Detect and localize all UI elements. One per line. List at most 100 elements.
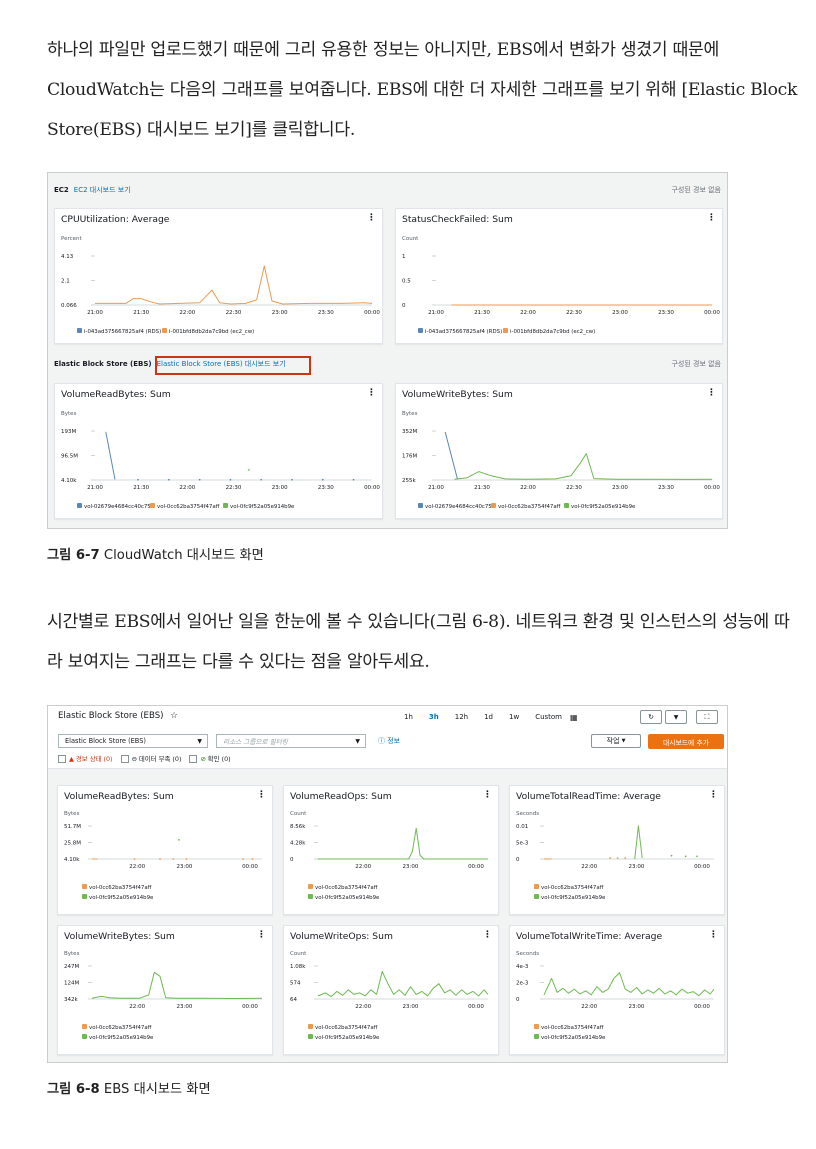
legend-swatch [534,1024,539,1029]
refresh-options-button[interactable]: ▼ [665,710,687,724]
legend-label: vol-02679e4684cc40c75 [84,504,151,510]
y-tick-label: 176M [402,454,417,460]
chart-card-volume-write-bytes: VolumeWriteBytes: Sum ⋮ Bytes 352M 176M 255k 2… [395,383,723,519]
x-tick-label: 22:30 [226,310,242,316]
y-tick-label: 1 [402,254,406,260]
legend-label: vol-0cc62ba3754f47aff [498,504,561,510]
y-tick-label: 4.28k [290,841,306,847]
series-line [91,971,263,999]
x-tick-label: 00:00 [468,864,484,870]
series-line [317,971,489,998]
refresh-button[interactable]: ↻ [640,710,662,724]
filter-ok-label: 확인 (0) [207,755,231,763]
range-1w[interactable]: 1w [501,713,527,721]
series-point [172,858,175,860]
x-tick-label: 22:00 [129,864,145,870]
resource-group-filter[interactable]: 리소스 그룹으로 필터링 ▼ [216,734,366,748]
x-tick-label: 00:00 [242,864,258,870]
series-line [634,825,643,860]
range-12h[interactable]: 12h [447,713,476,721]
dropdown-icon: ▼ [621,738,626,744]
legend-swatch [534,894,539,899]
add-to-dashboard-button[interactable]: 대시보드에 추가 [648,734,724,749]
legend-label: vol-0fc9f52a05e914b9e [541,1035,606,1041]
caption-number: 그림 6-7 [47,548,100,563]
minus-circle-icon: ⊖ [131,754,137,763]
chart-svg: Percent 4.13 2.1 0.066 21:00 21:30 22:00 22:30 2… [61,236,380,335]
paragraph-ebs-dashboard: 시간별로 EBS에서 일어난 일을 한눈에 볼 수 있습니다(그림 6-8). … [47,612,790,672]
series-line [105,431,116,480]
chart-svg: Count 1.08k 574 64 22:00 23:00 00:00 vol-0cc62b… [290,951,489,1041]
series-line [543,972,715,997]
chart-svg: Bytes 193M 96.5M 4.10k 21:00 21:30 22:00 22:30 2… [61,411,380,510]
info-link[interactable]: ⓘ 정보 [378,736,400,746]
range-custom[interactable]: Custom [527,713,570,721]
fullscreen-button[interactable]: ⛶ [696,710,718,724]
x-tick-label: 23:30 [318,485,334,491]
y-axis-unit: Count [402,236,419,242]
x-tick-label: 23:00 [177,1004,193,1010]
x-tick-label: 23:00 [403,1004,419,1010]
x-tick-label: 23:30 [658,485,674,491]
y-tick-label: 64 [290,997,297,1003]
ebs-section-title: Elastic Block Store (EBS) [54,360,152,368]
filter-insufficient-checkbox[interactable] [120,754,129,763]
x-tick-label: 21:30 [474,485,490,491]
chart-svg: Bytes 51.7M 25.8M 4.10k 22:00 23:00 00:00 vol-0… [64,811,262,901]
y-tick-label: 574 [290,981,301,987]
range-3h[interactable]: 3h [421,713,447,721]
ec2-section-header: EC2 EC2 대시보드 보기 구성된 경보 없음 [54,182,721,198]
chart-card-status-check-failed: StatusCheckFailed: Sum ⋮ Count 1 0.5 0 21:00 21… [395,208,723,344]
caption-figure-6-7: 그림 6-7 CloudWatch 대시보드 화면 [47,544,264,563]
favorite-star-icon[interactable]: ☆ [170,711,178,721]
range-1h[interactable]: 1h [396,713,421,721]
actions-label: 작업 [606,737,620,745]
y-tick-label: 96.5M [61,454,78,460]
x-tick-label: 23:00 [612,310,628,316]
filter-ok-checkbox[interactable] [189,754,198,763]
chart-card-ebs-volume-write-bytes: VolumeWriteBytes: Sum ⋮ Bytes 247M 124M 342k 2… [57,925,273,1055]
dashboard-select[interactable]: Elastic Block Store (EBS) ▼ [58,734,208,748]
chart-svg: Seconds 4e-3 2e-3 0 22:00 23:00 00:00 vol-0cc62… [516,951,715,1041]
y-tick-label: 0.01 [516,824,528,830]
legend-label: vol-0fc9f52a05e914b9e [89,895,154,901]
chart-card-ebs-volume-total-write-time: VolumeTotalWriteTime: Average ⋮ Seconds 4e-… [509,925,725,1055]
y-tick-label: 0.5 [402,279,411,285]
x-tick-label: 23:00 [272,485,288,491]
legend-swatch [564,503,569,508]
filter-insufficient-label: 데이터 부족 (0) [138,755,182,763]
x-tick-label: 23:00 [403,864,419,870]
chart-card-ebs-volume-read-bytes: VolumeReadBytes: Sum ⋮ Bytes 51.7M 25.8M 4.10… [57,785,273,915]
y-tick-label: 4.10k [64,857,80,863]
calendar-icon[interactable]: ▦ [570,713,578,722]
series-point [198,478,201,481]
x-tick-label: 21:00 [87,485,103,491]
figure-cloudwatch-dashboard: EC2 EC2 대시보드 보기 구성된 경보 없음 CPUUtilization… [47,172,728,529]
x-tick-label: 00:00 [694,1004,710,1010]
y-tick-label: 342k [64,997,78,1003]
actions-button[interactable]: 작업 ▼ [591,734,641,748]
series-line [318,827,488,860]
x-tick-label: 21:30 [133,310,149,316]
alarm-filters: ▲ 경보 상태 (0) ⊖ 데이터 부족 (0) ⊘ 확인 (0) [58,754,231,763]
info-label: 정보 [387,737,401,745]
y-tick-label: 5e-3 [516,841,529,847]
dashboard-title-row: Elastic Block Store (EBS) ☆ [58,711,178,721]
legend-label: i-043ad375667825af4 (RDS) [425,329,502,335]
y-tick-label: 2e-3 [516,981,529,987]
y-tick-label: 352M [402,429,417,435]
series-point [616,857,619,859]
caption-text: CloudWatch 대시보드 화면 [99,548,264,563]
legend-swatch [418,328,423,333]
range-1d[interactable]: 1d [476,713,501,721]
legend-label: vol-0fc9f52a05e914b9e [571,504,636,510]
ec2-dashboard-link[interactable]: EC2 대시보드 보기 [74,185,131,195]
y-tick-label: 193M [61,429,76,435]
chart-svg: Count 1 0.5 0 21:00 21:30 22:00 22:30 23:00 23:30… [402,236,720,335]
x-tick-label: 22:00 [520,310,536,316]
legend-swatch [82,894,87,899]
filter-alarm-checkbox[interactable] [58,754,66,763]
series-point [260,478,263,481]
x-tick-label: 22:00 [355,1004,371,1010]
y-tick-label: 0 [516,997,520,1003]
